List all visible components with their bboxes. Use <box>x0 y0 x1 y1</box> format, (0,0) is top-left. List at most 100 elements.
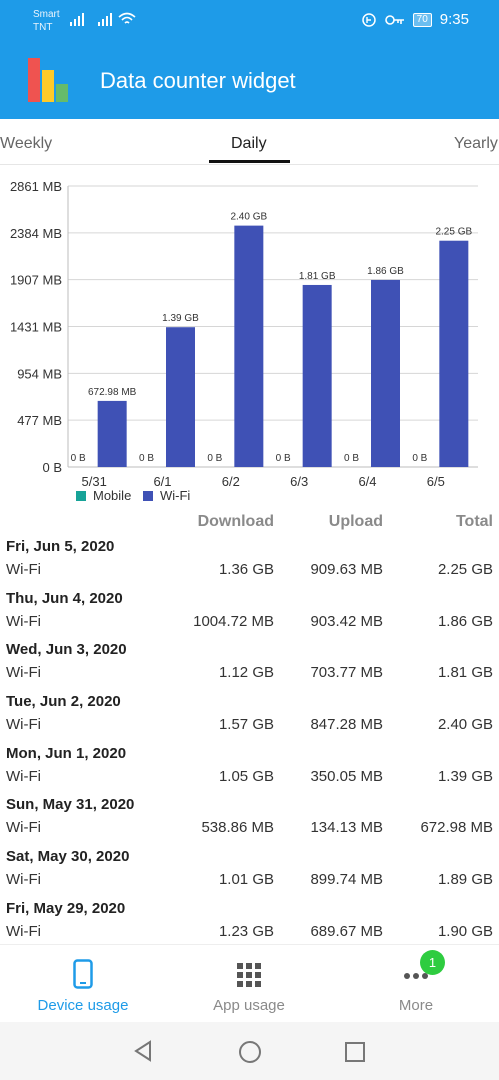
day-group: Thu, Jun 4, 2020 Wi-Fi 1004.72 MB 903.42 MB… <box>0 586 499 638</box>
nav-app-usage[interactable]: App usage <box>166 945 332 1023</box>
header-download: Download <box>197 513 274 530</box>
phone-icon <box>73 959 93 989</box>
back-icon[interactable] <box>132 1040 154 1062</box>
table-row[interactable]: Wi-Fi 1004.72 MB 903.42 MB 1.86 GB <box>0 613 499 635</box>
day-date: Sun, May 31, 2020 <box>6 796 135 814</box>
recents-icon[interactable] <box>344 1041 366 1063</box>
wifi-bar-label: 2.25 GB <box>435 227 472 238</box>
wifi-bar <box>302 284 332 467</box>
upload-value: 903.42 MB <box>310 612 383 630</box>
wifi-bar-label: 1.39 GB <box>162 313 199 324</box>
wifi-bar-label: 2.40 GB <box>230 212 267 223</box>
download-value: 538.86 MB <box>201 819 274 837</box>
day-date: Wed, Jun 3, 2020 <box>6 641 127 659</box>
day-group: Sat, May 30, 2020 Wi-Fi 1.01 GB 899.74 MB 1.… <box>0 844 499 896</box>
status-bar: Smart TNT 70 9:35 <box>0 0 499 40</box>
day-date: Fri, May 29, 2020 <box>6 899 126 917</box>
bar-chart: 0 B 477 MB 954 MB 1431 MB 1907 MB 2384 MB 2861… <box>10 179 478 503</box>
network-type: Wi-Fi <box>6 612 41 630</box>
wifi-bar-label: 1.81 GB <box>299 271 336 282</box>
table-row[interactable]: Wi-Fi 1.01 GB 899.74 MB 1.89 GB <box>0 871 499 893</box>
wifi-bar-label: 672.98 MB <box>88 387 137 398</box>
day-date: Fri, Jun 5, 2020 <box>6 538 115 555</box>
table-row[interactable]: Wi-Fi 1.36 GB 909.63 MB 2.25 GB <box>0 561 499 583</box>
y-tick-label: 0 B <box>42 460 62 475</box>
table-row[interactable]: Wi-Fi 538.86 MB 134.13 MB 672.98 MB <box>0 819 499 841</box>
nav-more[interactable]: More <box>333 945 499 1023</box>
period-tabs: Weekly Daily Yearly <box>0 119 499 165</box>
legend-mobile-label: Mobile <box>93 488 131 503</box>
legend-wifi-swatch <box>143 491 153 501</box>
total-value: 1.90 GB <box>437 922 493 940</box>
battery-indicator: 70 <box>412 12 432 27</box>
carrier-line-2: TNT <box>33 22 53 33</box>
table-row[interactable]: Wi-Fi 1.12 GB 703.77 MB 1.81 GB <box>0 664 499 686</box>
download-value: 1.01 GB <box>218 871 274 889</box>
tab-weekly[interactable]: Weekly <box>0 135 52 153</box>
day-group: Fri, May 29, 2020 Wi-Fi 1.23 GB 689.67 MB 1.… <box>0 896 499 944</box>
signal-icon <box>70 13 84 26</box>
nav-label-app-usage: App usage <box>213 997 285 1014</box>
tab-indicator <box>209 160 290 163</box>
day-group: Mon, Jun 1, 2020 Wi-Fi 1.05 GB 350.05 MB 1.3… <box>0 741 499 793</box>
table-row[interactable]: Wi-Fi 1.05 GB 350.05 MB 1.39 GB <box>0 768 499 790</box>
table-row[interactable]: Wi-Fi 1.23 GB 689.67 MB 1.90 GB <box>0 923 499 944</box>
table-row[interactable]: Wi-Fi 1.57 GB 847.28 MB 2.40 GB <box>0 716 499 738</box>
total-value: 2.40 GB <box>437 716 493 734</box>
usage-list[interactable]: Fri, Jun 5, 2020 Wi-Fi 1.36 GB 909.63 MB 2.2… <box>0 534 499 944</box>
network-type: Wi-Fi <box>6 767 41 785</box>
bottom-nav: Device usage App usage More 1 <box>0 944 499 1022</box>
mobile-bar-label: 0 B <box>207 453 222 464</box>
nav-label-more: More <box>398 997 434 1014</box>
total-value: 1.89 GB <box>437 871 493 889</box>
download-value: 1004.72 MB <box>193 612 274 630</box>
legend-mobile-swatch <box>76 491 86 501</box>
y-tick-label: 1431 MB <box>10 320 62 335</box>
wifi-bar-label: 1.86 GB <box>367 266 404 277</box>
day-date: Tue, Jun 2, 2020 <box>6 693 121 711</box>
app-title: Data counter widget <box>100 68 296 93</box>
day-date: Thu, Jun 4, 2020 <box>6 589 123 607</box>
network-type: Wi-Fi <box>6 871 41 889</box>
mobile-bar-label: 0 B <box>344 453 359 464</box>
wifi-bar <box>371 279 400 467</box>
upload-value: 909.63 MB <box>310 561 383 578</box>
data-saver-icon <box>361 12 376 27</box>
signal-icon-2 <box>98 13 112 26</box>
network-type: Wi-Fi <box>6 819 41 837</box>
network-type: Wi-Fi <box>6 922 41 940</box>
day-group: Sun, May 31, 2020 Wi-Fi 538.86 MB 134.13 MB… <box>0 792 499 844</box>
usage-chart: 0 B 477 MB 954 MB 1431 MB 1907 MB 2384 MB 2861… <box>0 172 499 510</box>
day-date: Mon, Jun 1, 2020 <box>6 744 127 762</box>
x-tick-label: 6/1 <box>153 474 171 489</box>
x-tick-label: 6/2 <box>222 474 240 489</box>
day-group: Fri, Jun 5, 2020 Wi-Fi 1.36 GB 909.63 MB 2.2… <box>0 534 499 586</box>
day-group: Wed, Jun 3, 2020 Wi-Fi 1.12 GB 703.77 MB 1.8… <box>0 637 499 689</box>
wifi-bar <box>439 240 469 467</box>
nav-device-usage[interactable]: Device usage <box>0 945 166 1023</box>
tab-yearly[interactable]: Yearly <box>454 135 498 153</box>
total-value: 1.39 GB <box>437 767 493 785</box>
upload-value: 703.77 MB <box>310 664 383 682</box>
y-tick-label: 2861 MB <box>10 179 62 194</box>
nav-label-device-usage: Device usage <box>37 997 129 1014</box>
upload-value: 899.74 MB <box>310 871 383 889</box>
wifi-bar <box>166 327 195 467</box>
legend-wifi-label: Wi-Fi <box>160 488 190 503</box>
network-type: Wi-Fi <box>6 716 41 734</box>
mobile-bar-label: 0 B <box>412 453 427 464</box>
home-icon[interactable] <box>238 1040 262 1064</box>
carrier-line-1: Smart <box>33 9 60 20</box>
system-nav-bar <box>0 1022 499 1080</box>
download-value: 1.57 GB <box>218 716 274 734</box>
upload-value: 847.28 MB <box>310 716 383 734</box>
tab-daily[interactable]: Daily <box>231 135 267 153</box>
app-logo-icon <box>28 58 68 102</box>
network-type: Wi-Fi <box>6 664 41 682</box>
more-badge: 1 <box>420 950 445 975</box>
grid-icon <box>237 963 261 987</box>
x-tick-label: 6/3 <box>290 474 308 489</box>
mobile-bar-label: 0 B <box>71 453 86 464</box>
carrier-label: Smart TNT <box>33 8 60 34</box>
y-tick-label: 954 MB <box>17 366 62 381</box>
